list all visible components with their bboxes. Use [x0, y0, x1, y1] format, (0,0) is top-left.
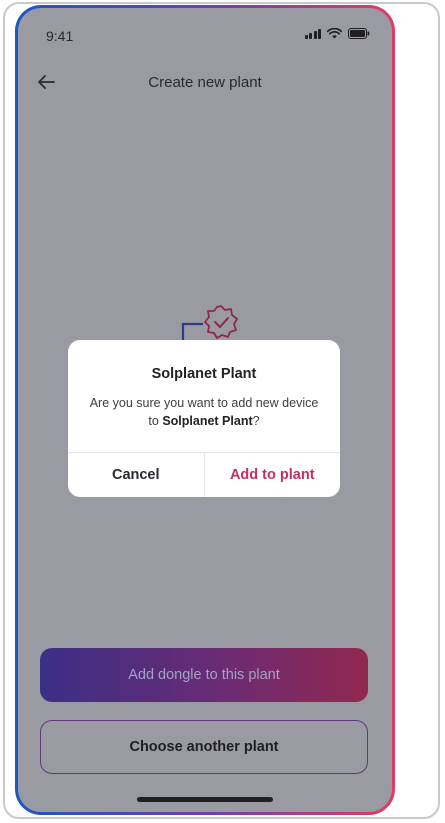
home-indicator: [137, 797, 273, 802]
add-dongle-button[interactable]: Add dongle to this plant: [40, 648, 368, 702]
dialog-message-suffix: ?: [252, 414, 260, 428]
battery-icon: [348, 28, 370, 39]
status-icons: [304, 28, 371, 39]
page-title: Create new plant: [148, 74, 262, 91]
dialog-title: Solplanet Plant: [151, 366, 257, 382]
signal-icon: [304, 28, 321, 39]
status-bar: 9:41: [18, 8, 392, 56]
dialog-message: Are you sure you want to add new device …: [88, 394, 320, 430]
status-time: 9:41: [46, 28, 74, 44]
choose-another-plant-button[interactable]: Choose another plant: [40, 720, 368, 774]
dialog-actions: Cancel Add to plant: [68, 452, 340, 497]
add-to-plant-button[interactable]: Add to plant: [205, 453, 341, 497]
dialog-message-plant: Solplanet Plant: [162, 414, 253, 428]
nav-bar: Create new plant: [18, 60, 392, 104]
phone-frame: 9:41 Create new plant Solplanet Plant Ar…: [15, 5, 395, 815]
cancel-button[interactable]: Cancel: [68, 453, 205, 497]
phone-screen: 9:41 Create new plant Solplanet Plant Ar…: [18, 8, 392, 812]
confirm-dialog: Solplanet Plant Are you sure you want to…: [68, 340, 340, 497]
wifi-icon: [327, 28, 342, 39]
